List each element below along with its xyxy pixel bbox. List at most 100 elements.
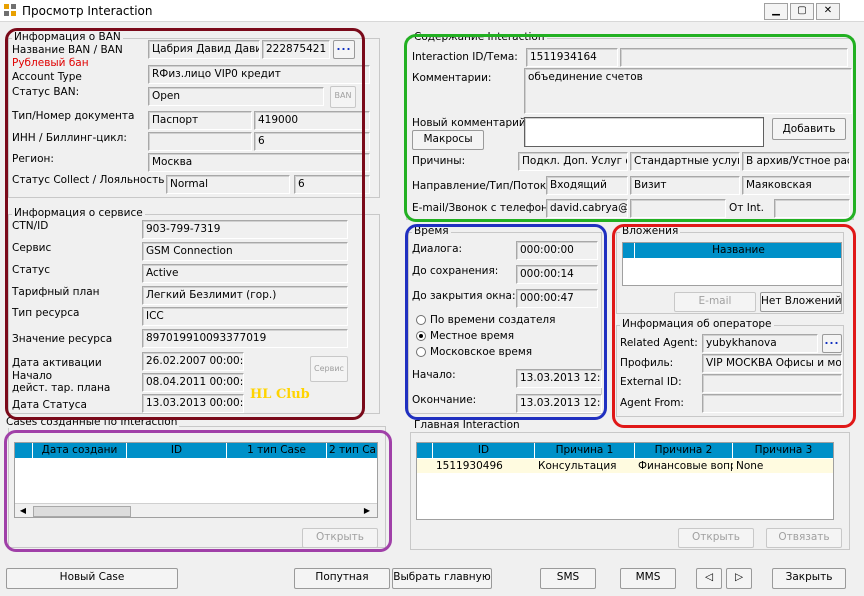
reason-1-field[interactable]: Подкл. Доп. Услуг ф xyxy=(518,152,628,171)
document-number-field[interactable]: 419000 xyxy=(254,111,370,130)
main-open-button[interactable]: Открыть xyxy=(678,528,754,548)
collect-label: Статус Collect / Лояльность xyxy=(12,174,165,186)
prev-button[interactable]: ◁ xyxy=(696,568,722,589)
dialog-time-label: Диалога: xyxy=(412,243,463,255)
direction-field[interactable]: Входящий xyxy=(546,176,628,195)
tariff-plan-field[interactable]: Легкий Безлимит (гор.) xyxy=(142,286,348,305)
attach-email-button[interactable]: E-mail xyxy=(674,292,756,312)
document-type-field[interactable]: Паспорт xyxy=(148,111,252,130)
cases-title: Cases созданные по Interaction xyxy=(4,416,180,428)
activation-date-field[interactable]: 26.02.2007 00:00:0 xyxy=(142,352,244,371)
main-row-id: 1511930496 xyxy=(436,460,503,472)
service-field[interactable]: GSM Connection xyxy=(142,242,348,261)
unlink-button[interactable]: Отвязать xyxy=(766,528,842,548)
ruble-ban-label: Рублевый бан xyxy=(12,57,89,69)
cases-col-type2[interactable]: 2 тип Ca xyxy=(327,443,377,458)
ban-status-label: Статус BAN: xyxy=(12,86,80,98)
close-button[interactable]: Закрыть xyxy=(772,568,846,589)
service-button[interactable]: Сервис xyxy=(310,356,348,382)
from-int-field[interactable] xyxy=(774,199,850,218)
related-agent-field[interactable]: yubykhanova xyxy=(702,334,818,353)
reason-2-field[interactable]: Стандартные услуги xyxy=(630,152,740,171)
macros-button[interactable]: Макросы xyxy=(412,130,484,150)
minimize-button[interactable]: ▁ xyxy=(764,3,788,20)
ban-status-field[interactable]: Open xyxy=(148,87,324,106)
flow-field[interactable]: Маяковская xyxy=(742,176,850,195)
region-field[interactable]: Москва xyxy=(148,153,370,172)
agent-from-field[interactable] xyxy=(702,394,842,413)
profile-field[interactable]: VIP МОСКВА Офисы и моду xyxy=(702,354,842,373)
region-label: Регион: xyxy=(12,153,54,165)
comments-field[interactable]: объединение счетов xyxy=(524,68,852,114)
radio-creator-time[interactable] xyxy=(416,315,426,325)
email-field[interactable]: david.cabrya@ xyxy=(546,199,628,218)
scroll-thumb[interactable] xyxy=(33,506,131,517)
main-col-reason1[interactable]: Причина 1 xyxy=(535,443,635,458)
attachments-col-name[interactable]: Название xyxy=(635,243,841,258)
main-col-reason3[interactable]: Причина 3 xyxy=(733,443,833,458)
save-time-field[interactable]: 000:00:14 xyxy=(516,265,598,284)
interaction-topic-field[interactable] xyxy=(620,48,848,67)
main-interaction-grid[interactable]: ID Причина 1 Причина 2 Причина 3 1511930… xyxy=(416,442,834,520)
reason-3-field[interactable]: В архив/Устное расп xyxy=(742,152,850,171)
email-phone-label: E-mail/Звонок с телефона: xyxy=(412,202,558,214)
account-type-field[interactable]: RФиз.лицо VIP0 кредит xyxy=(148,65,370,84)
resource-value-field[interactable]: 897019910093377019 xyxy=(142,329,348,348)
status-date-field[interactable]: 13.03.2013 00:00:0 xyxy=(142,394,244,413)
start-field[interactable]: 13.03.2013 12:0 xyxy=(516,369,602,388)
resource-type-field[interactable]: ICC xyxy=(142,307,348,326)
ban-number-field[interactable]: 222875421 xyxy=(262,40,330,59)
document-label: Тип/Номер документа xyxy=(12,110,135,122)
resource-value-label: Значение ресурса xyxy=(12,333,113,345)
cases-hscrollbar[interactable]: ◀ ▶ xyxy=(15,503,377,517)
main-col-id[interactable]: ID xyxy=(433,443,535,458)
collect-field[interactable]: Normal xyxy=(166,175,290,194)
main-col-reason2[interactable]: Причина 2 xyxy=(635,443,733,458)
close-time-label: До закрытия окна: xyxy=(412,290,516,302)
loyalty-field[interactable]: 6 xyxy=(294,175,370,194)
close-time-field[interactable]: 000:00:47 xyxy=(516,289,598,308)
maximize-button[interactable]: ▢ xyxy=(790,3,814,20)
ban-status-button[interactable]: BAN xyxy=(330,86,356,108)
billing-cycle-field[interactable]: 6 xyxy=(254,132,370,151)
table-row[interactable]: 1511930496 Консультация Финансовые вопр … xyxy=(417,459,833,473)
scroll-right-icon[interactable]: ▶ xyxy=(361,504,373,517)
new-case-button[interactable]: Новый Case xyxy=(6,568,178,589)
content-title: Содержание Interaction xyxy=(412,31,547,43)
incidental-button[interactable]: Попутная xyxy=(294,568,390,589)
cases-col-type1[interactable]: 1 тип Case xyxy=(227,443,327,458)
cases-open-button[interactable]: Открыть xyxy=(302,528,378,548)
interaction-id-field[interactable]: 1511934164 xyxy=(526,48,618,67)
agent-lookup-button[interactable]: ... xyxy=(822,334,842,353)
cases-grid[interactable]: Дата создани ID 1 тип Case 2 тип Ca ◀ ▶ xyxy=(14,442,378,518)
end-field[interactable]: 13.03.2013 12:0 xyxy=(516,394,602,413)
sms-button[interactable]: SMS xyxy=(540,568,596,589)
ctn-field[interactable]: 903-799-7319 xyxy=(142,220,348,239)
cases-col-date[interactable]: Дата создани xyxy=(33,443,127,458)
operator-title: Информация об операторе xyxy=(620,318,774,330)
new-comment-field[interactable] xyxy=(524,117,764,147)
attachments-row-indicator xyxy=(623,243,635,258)
ban-lookup-button[interactable]: ... xyxy=(333,40,355,59)
attachments-grid[interactable]: Название xyxy=(622,242,842,286)
add-comment-button[interactable]: Добавить xyxy=(772,118,846,140)
radio-moscow-time[interactable] xyxy=(416,347,426,357)
scroll-left-icon[interactable]: ◀ xyxy=(17,504,29,517)
inn-field[interactable] xyxy=(148,132,252,151)
service-status-field[interactable]: Active xyxy=(142,264,348,283)
mms-button[interactable]: MMS xyxy=(620,568,676,589)
phone-field[interactable] xyxy=(630,199,726,218)
no-attachments-button[interactable]: Нет Вложений xyxy=(760,292,842,312)
plan-start-field[interactable]: 08.04.2011 00:00:0 xyxy=(142,373,244,392)
time-title: Время xyxy=(412,225,451,237)
dialog-time-field[interactable]: 000:00:00 xyxy=(516,241,598,260)
type-field[interactable]: Визит xyxy=(630,176,740,195)
next-button[interactable]: ▷ xyxy=(726,568,752,589)
activation-date-label: Дата активации xyxy=(12,357,102,369)
choose-main-button[interactable]: Выбрать главную xyxy=(392,568,492,589)
ban-name-field[interactable]: Цабрия Давид Дави xyxy=(148,40,260,59)
cases-col-id[interactable]: ID xyxy=(127,443,227,458)
close-window-button[interactable]: ✕ xyxy=(816,3,840,20)
external-id-field[interactable] xyxy=(702,374,842,393)
radio-local-time[interactable] xyxy=(416,331,426,341)
